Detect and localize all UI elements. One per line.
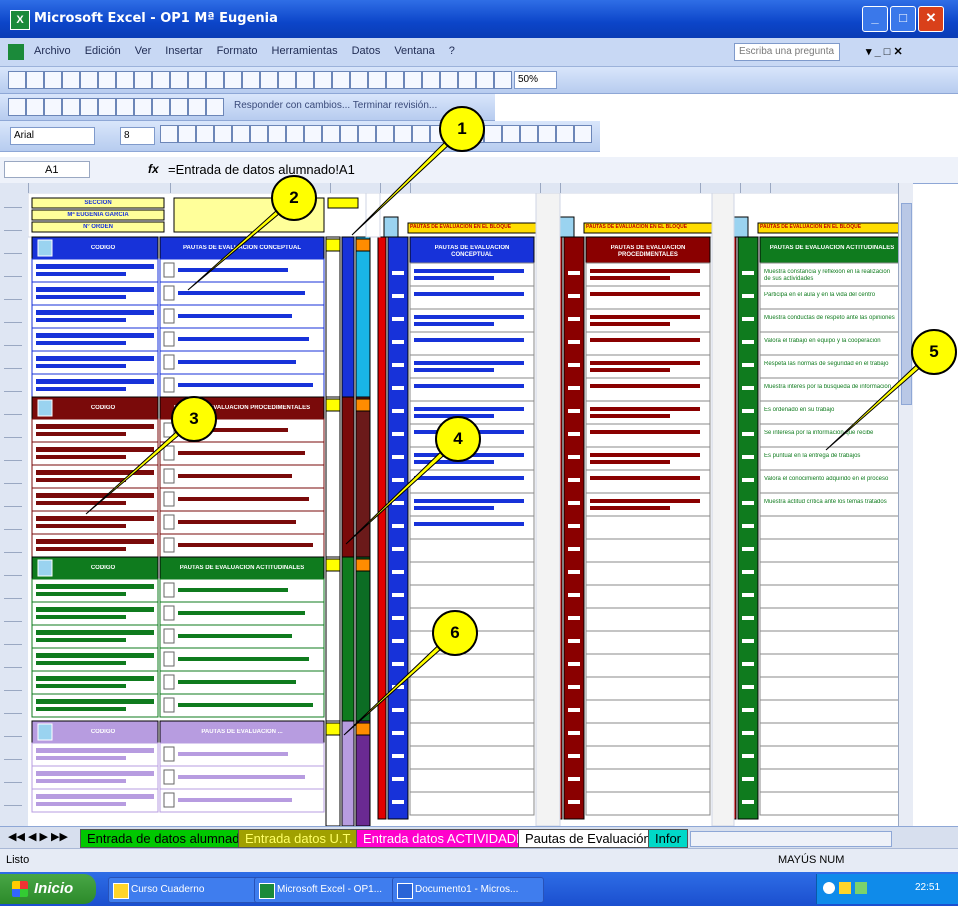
callout-2: 2 (271, 175, 317, 221)
tray-icon[interactable] (855, 882, 867, 894)
callout-1: 1 (439, 106, 485, 152)
start-label: Inicio (34, 880, 74, 897)
status-indicators: MAYÚS NUM (778, 854, 845, 866)
horizontal-scrollbar[interactable] (690, 831, 892, 847)
sheet-tabs-bar: ◀◀ ◀ ▶ ▶▶ Entrada de datos alumnado Entra… (0, 826, 958, 849)
clock: 22:51 (915, 882, 941, 893)
taskbar: Inicio Curso Cuaderno Microsoft Excel - O… (0, 872, 958, 906)
taskbar-app-icon (259, 883, 275, 899)
status-left: Listo (6, 854, 30, 866)
tray-icon[interactable] (839, 882, 851, 894)
tab-scroll-arrows[interactable]: ◀◀ ◀ ▶ ▶▶ (8, 830, 68, 843)
taskbar-button[interactable]: Documento1 - Micros... (392, 877, 544, 903)
windows-logo-icon (12, 881, 28, 897)
taskbar-app-icon (113, 883, 129, 899)
sheet-tab[interactable]: Pautas de Evaluación (518, 829, 658, 848)
callout-5: 5 (911, 329, 957, 375)
taskbar-button[interactable]: Curso Cuaderno (108, 877, 260, 903)
status-bar: Listo MAYÚS NUM (0, 848, 958, 873)
sheet-tab[interactable]: Entrada datos U.T. (238, 829, 360, 848)
system-tray: 22:51 (816, 874, 958, 904)
taskbar-app-icon (397, 883, 413, 899)
sheet-tab[interactable]: Infor (648, 829, 689, 848)
callout-6: 6 (432, 610, 478, 656)
sheet-tab[interactable]: Entrada de datos alumnado (80, 829, 254, 848)
callout-3: 3 (171, 396, 217, 442)
sheet-tab[interactable]: Entrada datos ACTIVIDADES (356, 829, 541, 848)
tray-icon[interactable] (823, 882, 835, 894)
taskbar-button[interactable]: Microsoft Excel - OP1... (254, 877, 406, 903)
callout-4: 4 (435, 416, 481, 462)
